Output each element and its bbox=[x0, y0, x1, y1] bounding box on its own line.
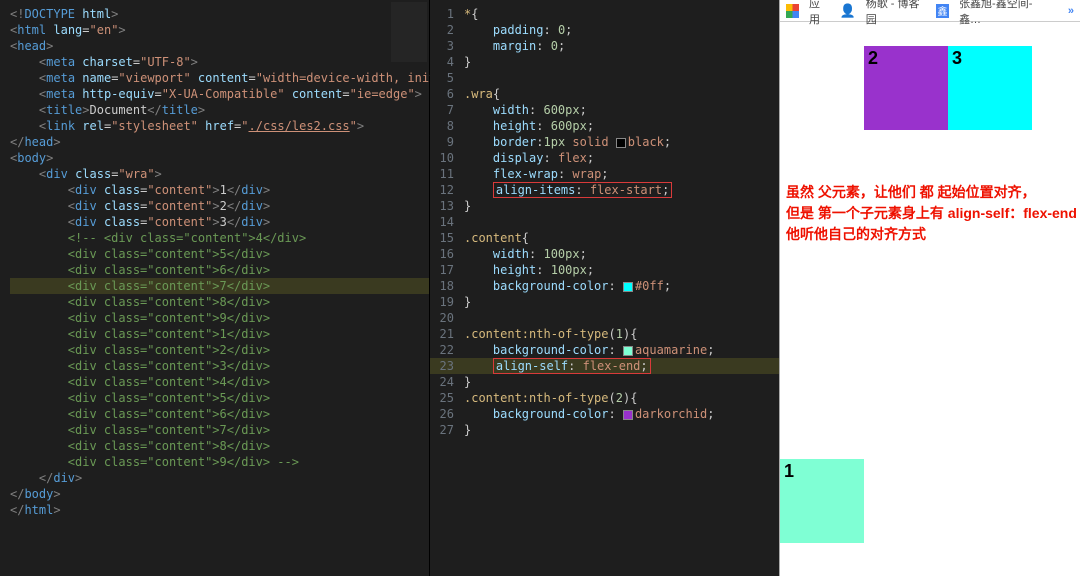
css-editor-pane[interactable]: 1*{2 padding: 0;3 margin: 0;4}56.wra{7 w… bbox=[430, 0, 780, 576]
content-box-2: 2 bbox=[864, 46, 948, 130]
bookmarks-overflow-icon[interactable]: » bbox=[1068, 5, 1074, 17]
code-line[interactable]: 15.content{ bbox=[430, 230, 779, 246]
code-line[interactable]: 5 bbox=[430, 70, 779, 86]
code-line[interactable]: 2 padding: 0; bbox=[430, 22, 779, 38]
code-line[interactable]: 14 bbox=[430, 214, 779, 230]
code-line[interactable]: <head> bbox=[10, 38, 429, 54]
code-line[interactable]: <div class="content">2</div> bbox=[10, 342, 429, 358]
code-line[interactable]: 19} bbox=[430, 294, 779, 310]
code-line[interactable]: <div class="content">8</div> bbox=[10, 294, 429, 310]
content-box-1: 1 bbox=[780, 459, 864, 543]
code-line[interactable]: 7 width: 600px; bbox=[430, 102, 779, 118]
code-line[interactable]: 27} bbox=[430, 422, 779, 438]
html-editor-pane[interactable]: <!DOCTYPE html><html lang="en"><head> <m… bbox=[0, 0, 430, 576]
rendered-page: 23 1 虽然 父元素，让他们 都 起始位置对齐， 但是 第一个子元素身上有 al… bbox=[780, 22, 1080, 574]
css-code-area[interactable]: 1*{2 padding: 0;3 margin: 0;4}56.wra{7 w… bbox=[430, 6, 779, 438]
code-line[interactable]: <title>Document</title> bbox=[10, 102, 429, 118]
code-line[interactable]: <div class="content">8</div> bbox=[10, 438, 429, 454]
code-line[interactable]: 9 border:1px solid black; bbox=[430, 134, 779, 150]
code-line[interactable]: <div class="content">3</div> bbox=[10, 214, 429, 230]
code-line[interactable]: <div class="content">1</div> bbox=[10, 326, 429, 342]
code-line[interactable]: <link rel="stylesheet" href="./css/les2.… bbox=[10, 118, 429, 134]
bookmark-favicon-icon: 鑫 bbox=[936, 4, 949, 18]
code-line[interactable]: </html> bbox=[10, 502, 429, 518]
annotation-text: 虽然 父元素，让他们 都 起始位置对齐， 但是 第一个子元素身上有 align-… bbox=[786, 182, 1077, 245]
code-line[interactable]: <div class="content">3</div> bbox=[10, 358, 429, 374]
code-line[interactable]: 25.content:nth-of-type(2){ bbox=[430, 390, 779, 406]
code-line[interactable]: 20 bbox=[430, 310, 779, 326]
code-line[interactable]: 16 width: 100px; bbox=[430, 246, 779, 262]
code-line[interactable]: 24} bbox=[430, 374, 779, 390]
code-line[interactable]: <div class="content">6</div> bbox=[10, 262, 429, 278]
minimap[interactable] bbox=[391, 2, 427, 62]
code-line[interactable]: </body> bbox=[10, 486, 429, 502]
code-line[interactable]: <div class="content">4</div> bbox=[10, 374, 429, 390]
code-line[interactable]: 23 align-self: flex-end; bbox=[430, 358, 779, 374]
code-line[interactable]: <div class="content">9</div> bbox=[10, 310, 429, 326]
code-line[interactable]: <div class="content">2</div> bbox=[10, 198, 429, 214]
code-line[interactable]: <div class="wra"> bbox=[10, 166, 429, 182]
code-line[interactable]: <div class="content">7</div> bbox=[10, 278, 429, 294]
code-line[interactable]: 18 background-color: #0ff; bbox=[430, 278, 779, 294]
apps-icon[interactable] bbox=[786, 4, 799, 18]
code-line[interactable]: 26 background-color: darkorchid; bbox=[430, 406, 779, 422]
bookmarks-bar[interactable]: 应用 👤 杨歌 - 博客园 鑫 张鑫旭-鑫空间-鑫… » bbox=[780, 0, 1080, 22]
code-line[interactable]: <div class="content">9</div> --> bbox=[10, 454, 429, 470]
code-line[interactable]: </head> bbox=[10, 134, 429, 150]
code-line[interactable]: </div> bbox=[10, 470, 429, 486]
code-line[interactable]: 3 margin: 0; bbox=[430, 38, 779, 54]
code-line[interactable]: <body> bbox=[10, 150, 429, 166]
code-line[interactable]: 13} bbox=[430, 198, 779, 214]
code-line[interactable]: 11 flex-wrap: wrap; bbox=[430, 166, 779, 182]
code-line[interactable]: <div class="content">7</div> bbox=[10, 422, 429, 438]
code-line[interactable]: <div class="content">5</div> bbox=[10, 390, 429, 406]
code-line[interactable]: <div class="content">1</div> bbox=[10, 182, 429, 198]
code-line[interactable]: 21.content:nth-of-type(1){ bbox=[430, 326, 779, 342]
content-box-3: 3 bbox=[948, 46, 1032, 130]
code-line[interactable]: <meta charset="UTF-8"> bbox=[10, 54, 429, 70]
browser-preview-pane: 应用 👤 杨歌 - 博客园 鑫 张鑫旭-鑫空间-鑫… » 23 1 虽然 父元素，… bbox=[780, 0, 1080, 576]
code-line[interactable]: <!DOCTYPE html> bbox=[10, 6, 429, 22]
code-line[interactable]: 4} bbox=[430, 54, 779, 70]
code-line[interactable]: <div class="content">5</div> bbox=[10, 246, 429, 262]
code-line[interactable]: 17 height: 100px; bbox=[430, 262, 779, 278]
code-line[interactable]: <meta http-equiv="X-UA-Compatible" conte… bbox=[10, 86, 429, 102]
code-line[interactable]: 1*{ bbox=[430, 6, 779, 22]
bookmark-avatar-icon: 👤 bbox=[840, 3, 856, 19]
code-line[interactable]: 8 height: 600px; bbox=[430, 118, 779, 134]
code-line[interactable]: 22 background-color: aquamarine; bbox=[430, 342, 779, 358]
code-line[interactable]: <!-- <div class="content">4</div> bbox=[10, 230, 429, 246]
code-line[interactable]: <html lang="en"> bbox=[10, 22, 429, 38]
html-code-area[interactable]: <!DOCTYPE html><html lang="en"><head> <m… bbox=[10, 6, 429, 518]
code-line[interactable]: <div class="content">6</div> bbox=[10, 406, 429, 422]
code-line[interactable]: <meta name="viewport" content="width=dev… bbox=[10, 70, 429, 86]
code-line[interactable]: 6.wra{ bbox=[430, 86, 779, 102]
code-line[interactable]: 10 display: flex; bbox=[430, 150, 779, 166]
code-line[interactable]: 12 align-items: flex-start; bbox=[430, 182, 779, 198]
